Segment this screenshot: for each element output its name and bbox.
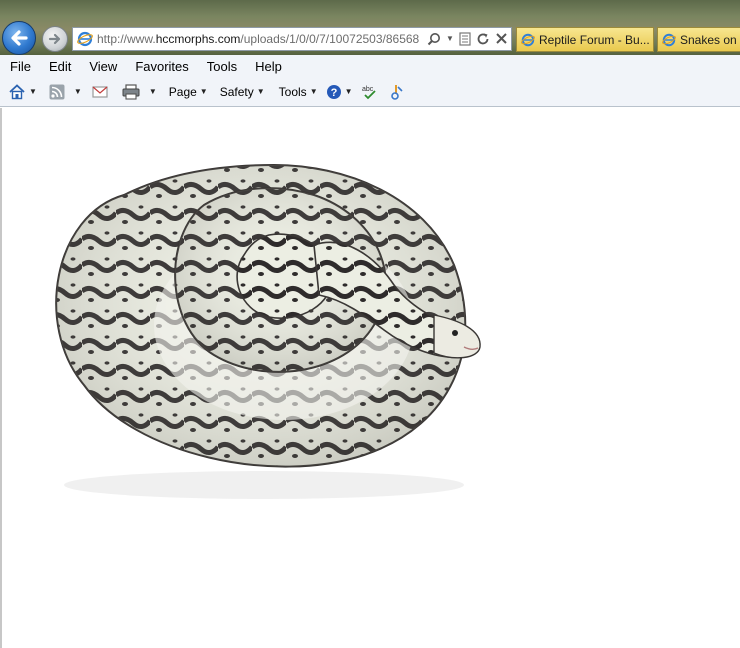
- mail-icon: [92, 85, 108, 98]
- search-icon[interactable]: [427, 32, 441, 46]
- menu-edit[interactable]: Edit: [41, 59, 79, 74]
- command-bar: ▼ ▼ ▼ Page ▼ Safety ▼ Tools ▼ ? ▼ abc: [0, 77, 740, 107]
- page-menu-button[interactable]: Page ▼: [167, 81, 208, 103]
- safety-menu-label: Safety: [219, 84, 254, 99]
- stop-icon[interactable]: [495, 32, 508, 45]
- address-bar[interactable]: http://www.hccmorphs.com/uploads/1/0/0/7…: [72, 27, 512, 51]
- url-path: /uploads/1/0/0/7/10072503/86568: [240, 32, 420, 46]
- tab-snakes[interactable]: Snakes on a: [657, 27, 740, 52]
- help-button[interactable]: ? ▼: [326, 81, 353, 103]
- page-menu-label: Page: [168, 84, 197, 99]
- tab-label: Reptile Forum - Bu...: [539, 32, 650, 47]
- back-button[interactable]: [2, 21, 36, 55]
- home-button[interactable]: ▼: [8, 81, 37, 103]
- dropdown-arrow-icon: ▼: [199, 87, 208, 96]
- research-button[interactable]: [387, 81, 405, 103]
- menu-help[interactable]: Help: [247, 59, 290, 74]
- tools-menu-button[interactable]: Tools ▼: [277, 81, 318, 103]
- browser-titlebar: http://www.hccmorphs.com/uploads/1/0/0/7…: [0, 0, 740, 55]
- menu-favorites[interactable]: Favorites: [127, 59, 196, 74]
- help-icon: ?: [326, 84, 341, 99]
- spellcheck-button[interactable]: abc: [361, 81, 379, 103]
- dropdown-arrow-icon[interactable]: ▼: [446, 32, 454, 46]
- tools-menu-label: Tools: [278, 84, 307, 99]
- home-icon: [9, 83, 25, 99]
- rss-feed-icon: [49, 84, 65, 99]
- safety-menu-button[interactable]: Safety ▼: [218, 81, 265, 103]
- print-button[interactable]: ▼: [122, 81, 157, 103]
- url-domain: hccmorphs.com: [155, 32, 241, 46]
- back-arrow-icon: [11, 30, 28, 46]
- url-prefix: http://www.: [97, 32, 156, 46]
- page-content: [0, 108, 740, 648]
- printer-icon: [122, 83, 140, 100]
- dropdown-arrow-icon[interactable]: ▼: [29, 87, 37, 96]
- dropdown-arrow-icon: ▼: [309, 87, 318, 96]
- menu-tools[interactable]: Tools: [199, 59, 245, 74]
- menu-file[interactable]: File: [2, 59, 39, 74]
- forward-arrow-icon: [48, 33, 61, 45]
- dropdown-arrow-icon[interactable]: ▼: [74, 87, 82, 96]
- tab-reptile-forum[interactable]: Reptile Forum - Bu...: [516, 27, 654, 52]
- svg-text:?: ?: [330, 87, 337, 99]
- read-mail-button[interactable]: [92, 81, 108, 103]
- dropdown-arrow-icon[interactable]: ▼: [345, 87, 353, 96]
- dropdown-arrow-icon: ▼: [256, 87, 265, 96]
- tab-label: Snakes on a: [680, 32, 740, 47]
- dropdown-arrow-icon[interactable]: ▼: [149, 87, 157, 96]
- svg-text:abc: abc: [362, 86, 374, 93]
- research-icon: [390, 84, 403, 100]
- forward-button[interactable]: [42, 26, 68, 52]
- ie-tab-icon: [521, 33, 535, 46]
- spellcheck-icon: abc: [362, 86, 376, 99]
- feeds-button[interactable]: ▼: [49, 81, 82, 103]
- address-url[interactable]: http://www.hccmorphs.com/uploads/1/0/0/7…: [97, 32, 423, 46]
- menu-bar: File Edit View Favorites Tools Help: [0, 55, 740, 77]
- ie-tab-icon: [662, 33, 676, 46]
- ie-page-icon: [77, 31, 93, 47]
- refresh-icon[interactable]: [476, 32, 490, 46]
- menu-view[interactable]: View: [81, 59, 125, 74]
- compatibility-view-icon[interactable]: [459, 32, 471, 46]
- ball-python-photo: [14, 125, 514, 505]
